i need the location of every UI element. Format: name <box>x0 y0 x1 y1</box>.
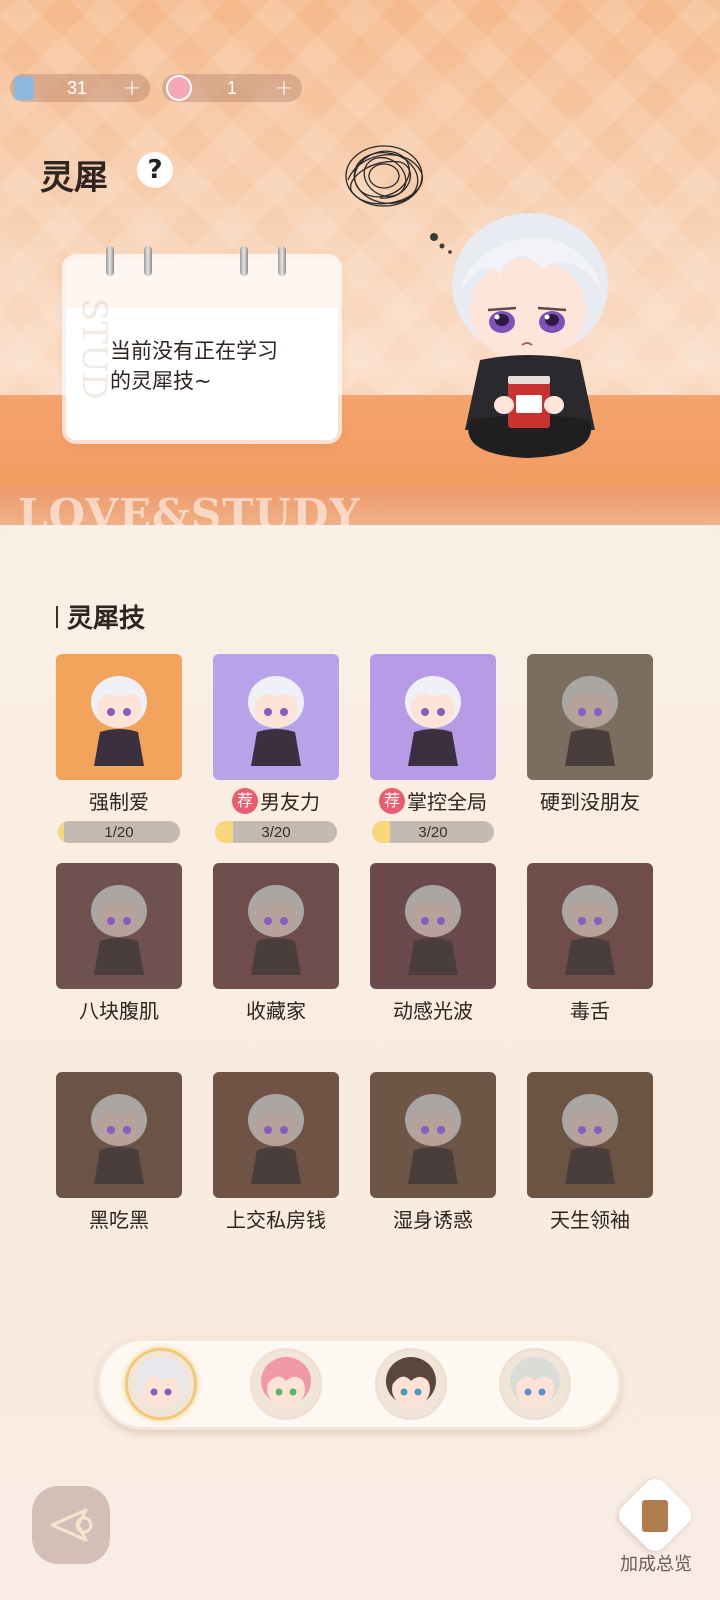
skill-progress-bar: 1/20 <box>58 821 180 843</box>
currency-value: 1 <box>226 77 237 98</box>
pink-token-icon <box>166 75 192 101</box>
skill-name-row: 强制爱 <box>56 786 182 815</box>
skill-card[interactable]: 荐掌控全局 3/20 <box>370 654 496 843</box>
skill-name: 八块腹肌 <box>79 999 159 1023</box>
skill-illustration <box>56 863 182 989</box>
skill-name: 男友力 <box>260 790 320 814</box>
currency-value: 31 <box>66 77 88 98</box>
progress-text: 3/20 <box>261 824 291 841</box>
skill-illustration <box>213 863 339 989</box>
progress-fill <box>372 821 391 843</box>
skill-name: 上交私房钱 <box>226 1208 326 1232</box>
section-title: 灵犀技 <box>56 598 145 635</box>
notebook-ring-icon <box>106 246 114 276</box>
skill-illustration <box>56 1072 182 1198</box>
skill-card[interactable]: 上交私房钱 <box>213 1072 339 1233</box>
white-hair-avatar[interactable] <box>125 1348 197 1420</box>
add-currency-icon[interactable]: + <box>272 76 296 101</box>
skill-progress-bar: 3/20 <box>215 821 337 843</box>
notebook-watermark: STUD <box>74 298 114 400</box>
skill-name-row: 收藏家 <box>213 995 339 1024</box>
recommended-badge: 荐 <box>379 787 405 814</box>
notebook-ring-icon <box>278 246 286 276</box>
notebook-ring-icon <box>144 246 152 276</box>
skill-name: 收藏家 <box>246 999 306 1023</box>
bonus-overview-button[interactable]: 加成总览 <box>612 1473 702 1575</box>
skill-name-row: 硬到没朋友 <box>527 786 653 815</box>
chibi-character-illustration <box>430 213 608 458</box>
skill-illustration <box>527 1072 653 1198</box>
skill-name-row: 湿身诱惑 <box>370 1204 496 1233</box>
skill-illustration <box>370 1072 496 1198</box>
recommended-badge: 荐 <box>232 787 258 814</box>
skill-card[interactable]: 八块腹肌 <box>56 863 182 1024</box>
learning-status-message: 当前没有正在学习的灵犀技~ <box>110 339 278 393</box>
add-currency-icon[interactable]: + <box>120 76 144 101</box>
skill-name: 天生领袖 <box>550 1208 630 1232</box>
skill-name-row: 毒舌 <box>527 995 653 1024</box>
skill-card[interactable]: 天生领袖 <box>527 1072 653 1233</box>
skill-illustration <box>370 654 496 780</box>
skill-card[interactable]: 强制爱 1/20 <box>56 654 182 843</box>
skill-name-row: 荐男友力 <box>213 786 339 815</box>
skill-card[interactable]: 荐男友力 3/20 <box>213 654 339 843</box>
skill-name-row: 天生领袖 <box>527 1204 653 1233</box>
skill-name-row: 动感光波 <box>370 995 496 1024</box>
notebook-ring-icon <box>240 246 248 276</box>
progress-text: 3/20 <box>418 824 448 841</box>
book-ticket-icon <box>14 76 34 100</box>
skill-name: 湿身诱惑 <box>393 1208 473 1232</box>
skill-name: 掌控全局 <box>407 790 487 814</box>
section-title-text: 灵犀技 <box>67 604 146 634</box>
skill-name: 强制爱 <box>89 790 149 814</box>
scribble-thought-icon <box>345 145 423 207</box>
skill-name-row: 黑吃黑 <box>56 1204 182 1233</box>
skill-name: 黑吃黑 <box>89 1208 149 1232</box>
skill-card[interactable]: 动感光波 <box>370 863 496 1024</box>
love-study-banner-text: LOVE&STUDY <box>18 490 361 525</box>
skill-card[interactable]: 湿身诱惑 <box>370 1072 496 1233</box>
silver-hair-avatar[interactable] <box>499 1348 571 1420</box>
skill-card[interactable]: 硬到没朋友 <box>527 654 653 815</box>
currency-pill-tickets[interactable]: 31 + <box>10 74 150 102</box>
progress-fill <box>215 821 234 843</box>
section-title-bar <box>56 605 58 628</box>
skill-illustration <box>370 863 496 989</box>
brown-hair-avatar[interactable] <box>375 1348 447 1420</box>
skill-progress-bar: 3/20 <box>372 821 494 843</box>
character-selector <box>97 1338 621 1430</box>
skill-illustration <box>527 654 653 780</box>
learning-status-notebook: STUD 当前没有正在学习的灵犀技~ <box>66 246 338 440</box>
help-icon[interactable]: ? <box>137 152 173 188</box>
pink-hair-avatar[interactable] <box>250 1348 322 1420</box>
skill-illustration <box>527 863 653 989</box>
bonus-book-icon <box>642 1500 668 1532</box>
skill-name: 毒舌 <box>570 999 610 1023</box>
skill-name-row: 八块腹肌 <box>56 995 182 1024</box>
skill-illustration <box>56 654 182 780</box>
skill-illustration <box>213 1072 339 1198</box>
skill-card[interactable]: 毒舌 <box>527 863 653 1024</box>
back-arrow-icon <box>50 1508 93 1542</box>
back-button[interactable] <box>32 1486 110 1564</box>
bonus-overview-label: 加成总览 <box>620 1554 692 1575</box>
currency-pill-tokens[interactable]: 1 + <box>162 74 302 102</box>
page-title: 灵犀 <box>40 158 108 198</box>
progress-text: 1/20 <box>104 824 134 841</box>
skill-card[interactable]: 收藏家 <box>213 863 339 1024</box>
skill-name: 动感光波 <box>393 999 473 1023</box>
skill-name-row: 荐掌控全局 <box>370 786 496 815</box>
skill-illustration <box>213 654 339 780</box>
progress-fill <box>58 821 65 843</box>
skill-name: 硬到没朋友 <box>540 790 640 814</box>
skill-card[interactable]: 黑吃黑 <box>56 1072 182 1233</box>
skill-name-row: 上交私房钱 <box>213 1204 339 1233</box>
